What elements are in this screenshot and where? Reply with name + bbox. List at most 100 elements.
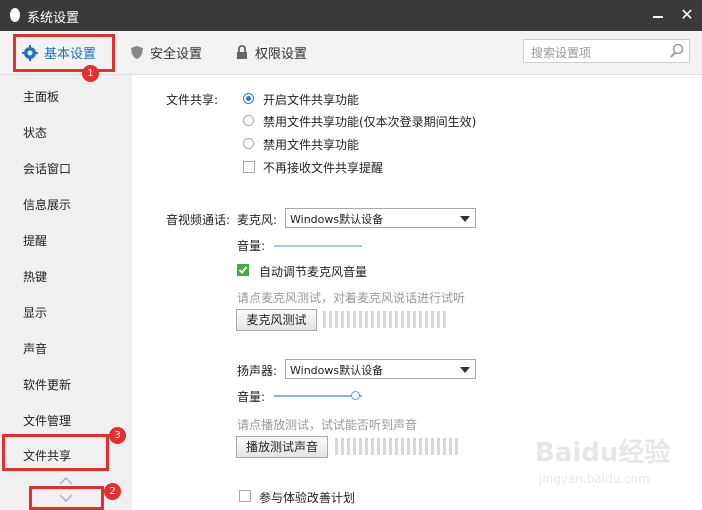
sidebar-item-hotkeys[interactable]: 热键: [23, 268, 47, 285]
meter-segment: [401, 438, 404, 455]
meter-segment: [395, 438, 398, 455]
disable-share-session-label: 禁用文件共享功能(仅本次登录期间生效): [263, 115, 477, 129]
speaker-device-value: Windows默认设备: [290, 364, 384, 377]
mic-volume-label: 音量:: [237, 239, 266, 253]
meter-segment: [323, 311, 326, 328]
mic-device-select[interactable]: Windows默认设备: [285, 208, 476, 228]
checkbox-no-remind[interactable]: [243, 161, 255, 173]
window-title: 系统设置: [27, 11, 80, 26]
disable-share-label: 禁用文件共享功能: [263, 138, 360, 152]
annotation-box-3: [2, 434, 109, 471]
speaker-device-select[interactable]: Windows默认设备: [285, 359, 476, 379]
tab-permission-settings[interactable]: 权限设置: [235, 31, 307, 74]
meter-segment: [347, 311, 350, 328]
sidebar-item-sound[interactable]: 声音: [23, 340, 47, 357]
meter-segment: [371, 438, 374, 455]
meter-segment: [347, 438, 350, 455]
checkbox-improve-plan[interactable]: [239, 490, 251, 502]
meter-segment: [359, 438, 362, 455]
lock-icon: [237, 45, 247, 59]
meter-segment: [353, 438, 356, 455]
meter-segment: [371, 311, 374, 328]
radio-disable-share-session[interactable]: [243, 115, 254, 126]
meter-segment: [443, 311, 446, 328]
checkmark-icon: [238, 266, 248, 274]
speaker-volume-knob[interactable]: [351, 391, 361, 400]
meter-segment: [341, 311, 344, 328]
meter-segment: [383, 438, 386, 455]
meter-segment: [425, 438, 428, 455]
search-input[interactable]: 搜索设置项: [523, 39, 690, 63]
radio-disable-share[interactable]: [243, 138, 254, 149]
meter-segment: [335, 311, 338, 328]
search-placeholder: 搜索设置项: [531, 46, 592, 60]
sidebar-item-reminder[interactable]: 提醒: [23, 232, 47, 249]
watermark-sub: jingyan.baidu.com: [539, 472, 650, 486]
meter-segment: [413, 438, 416, 455]
mic-label: 麦克风:: [237, 213, 278, 227]
meter-segment: [431, 311, 434, 328]
annotation-badge-3: 3: [109, 427, 126, 444]
meter-segment: [407, 438, 410, 455]
search-icon[interactable]: [669, 43, 685, 59]
meter-segment: [383, 311, 386, 328]
annotation-badge-2: 2: [104, 483, 121, 500]
mic-level-meter: [323, 311, 446, 328]
close-button[interactable]: ✕: [676, 3, 698, 27]
meter-segment: [335, 438, 338, 455]
sidebar-item-chat-window[interactable]: 会话窗口: [23, 160, 71, 177]
meter-segment: [395, 311, 398, 328]
chevron-up-icon[interactable]: [59, 476, 73, 486]
watermark: Baidu经验 jingyan.baidu.com: [535, 432, 695, 494]
sidebar-item-display[interactable]: 显示: [23, 304, 47, 321]
annotation-box-2: [29, 486, 104, 510]
meter-segment: [407, 311, 410, 328]
meter-segment: [353, 311, 356, 328]
speaker-test-hint: 请点播放测试，试试能否听到声音: [237, 418, 418, 432]
speaker-volume-track[interactable]: [274, 395, 362, 397]
mic-test-button[interactable]: 麦克风测试: [236, 309, 317, 331]
meter-segment: [401, 311, 404, 328]
auto-adjust-mic-label: 自动调节麦克风音量: [259, 265, 368, 279]
meter-segment: [377, 311, 380, 328]
file-share-label: 文件共享:: [166, 93, 219, 107]
meter-segment: [413, 311, 416, 328]
checkbox-auto-adjust-mic[interactable]: [237, 264, 249, 276]
tab-security-settings[interactable]: 安全设置: [130, 31, 202, 74]
meter-segment: [365, 438, 368, 455]
tab-label: 权限设置: [255, 47, 308, 62]
sidebar-item-file-management[interactable]: 文件管理: [23, 412, 71, 429]
meter-segment: [431, 438, 434, 455]
penguin-icon: [10, 8, 20, 22]
meter-segment: [377, 438, 380, 455]
sidebar-item-software-update[interactable]: 软件更新: [23, 376, 71, 393]
meter-segment: [389, 438, 392, 455]
meter-segment: [425, 311, 428, 328]
speaker-test-button[interactable]: 播放测试声音: [236, 436, 328, 458]
meter-segment: [443, 438, 446, 455]
av-call-label: 音视频通话:: [166, 213, 231, 227]
sidebar-item-status[interactable]: 状态: [23, 124, 47, 141]
meter-segment: [449, 438, 452, 455]
shield-icon: [131, 46, 143, 59]
sidebar-item-main-panel[interactable]: 主面板: [23, 88, 59, 105]
watermark-main: Baidu经验: [535, 438, 671, 468]
enable-share-label: 开启文件共享功能: [263, 93, 360, 107]
mic-test-hint: 请点麦克风测试，对着麦克风说话进行试听: [237, 291, 466, 305]
chevron-down-icon: [460, 216, 470, 222]
meter-segment: [437, 438, 440, 455]
mic-volume-bar: [274, 245, 362, 247]
radio-enable-share[interactable]: [243, 93, 254, 104]
speaker-label: 扬声器:: [237, 364, 278, 378]
meter-segment: [389, 311, 392, 328]
meter-segment: [365, 311, 368, 328]
minimize-button[interactable]: [648, 5, 668, 25]
meter-segment: [359, 311, 362, 328]
meter-segment: [455, 438, 458, 455]
meter-segment: [437, 311, 440, 328]
speaker-volume-label: 音量:: [237, 390, 266, 404]
sidebar-item-info-display[interactable]: 信息展示: [23, 196, 71, 213]
tab-label: 安全设置: [150, 47, 203, 62]
no-remind-label: 不再接收文件共享提醒: [263, 161, 384, 175]
meter-segment: [341, 438, 344, 455]
